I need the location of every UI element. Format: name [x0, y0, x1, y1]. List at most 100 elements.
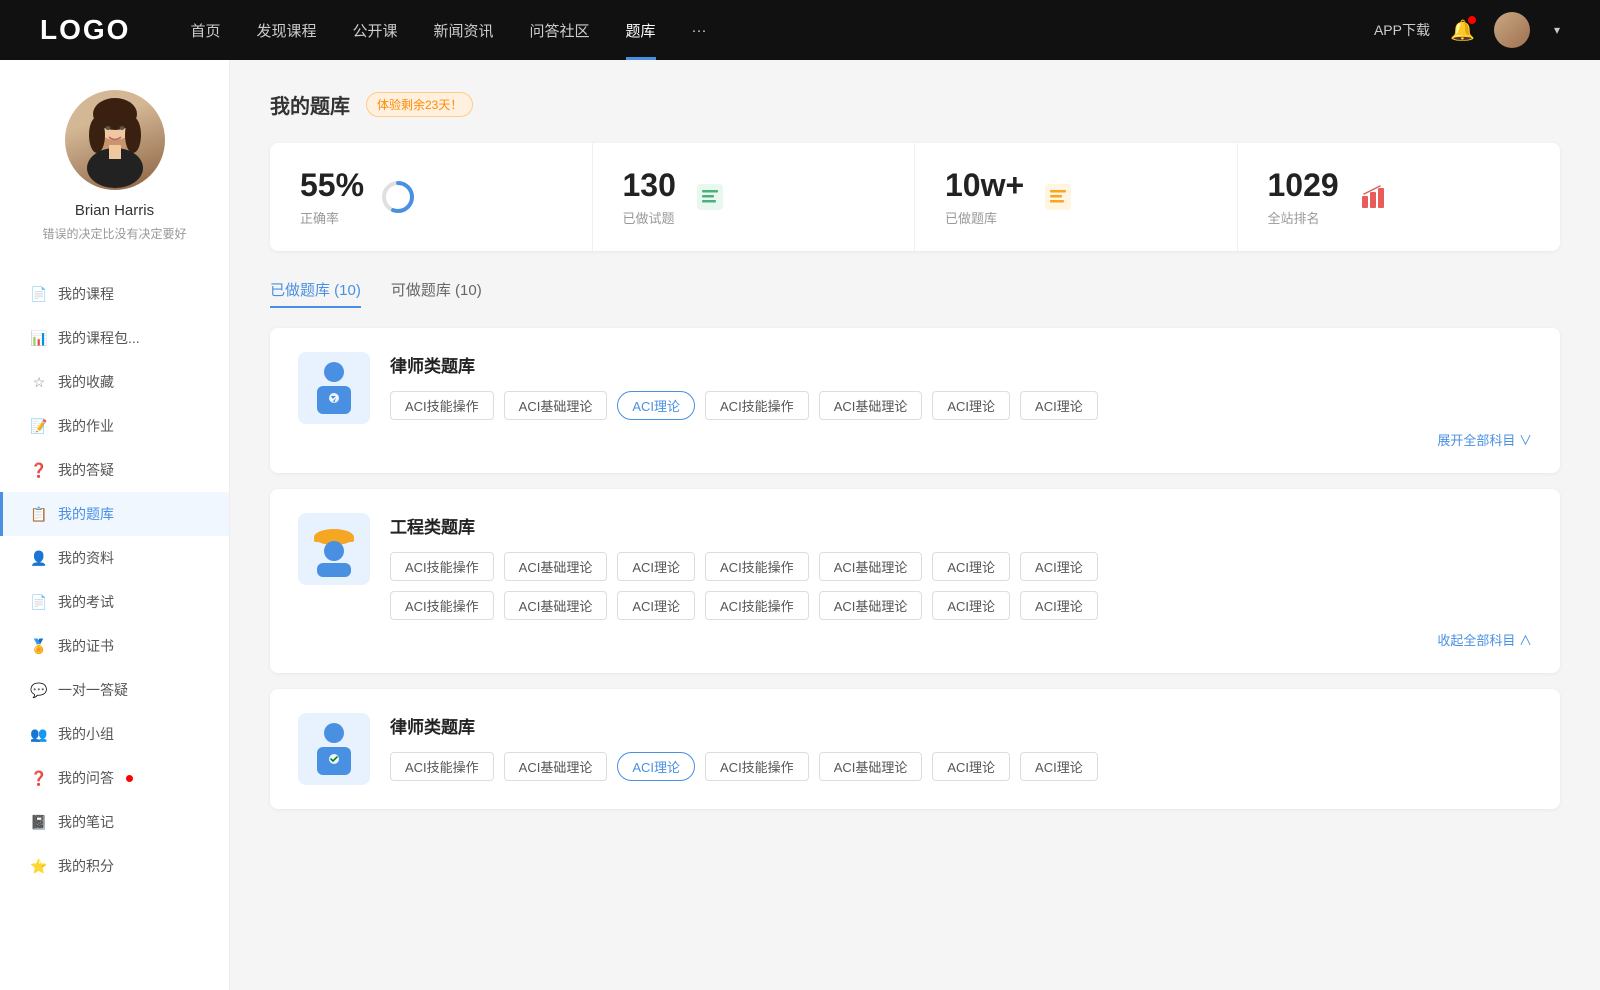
nav-qbank[interactable]: 题库 — [626, 20, 656, 41]
sidebar-label-points: 我的积分 — [58, 856, 114, 876]
tag[interactable]: ACI基础理论 — [504, 591, 608, 620]
stat-banks-done: 10w+ 已做题库 — [915, 143, 1238, 251]
app-download-link[interactable]: APP下载 — [1374, 20, 1430, 40]
nav-discover[interactable]: 发现课程 — [256, 20, 316, 41]
tag[interactable]: ACI基础理论 — [819, 591, 923, 620]
list-orange-icon — [1040, 179, 1076, 215]
profile-avatar — [65, 90, 165, 190]
sidebar-label-group: 我的小组 — [58, 724, 114, 744]
lawyer-icon — [298, 352, 370, 424]
tag[interactable]: ACI技能操作 — [705, 591, 809, 620]
sidebar-item-homework[interactable]: 📝 我的作业 — [0, 404, 229, 448]
engineer-title: 工程类题库 — [390, 513, 1532, 538]
sidebar-item-points[interactable]: ⭐ 我的积分 — [0, 844, 229, 888]
list-green-svg — [695, 182, 725, 212]
banks-done-value: 10w+ — [945, 167, 1024, 204]
tag[interactable]: ACI技能操作 — [390, 391, 494, 420]
lawyer-title-2: 律师类题库 — [390, 713, 1532, 738]
tag[interactable]: ACI理论 — [1020, 752, 1098, 781]
sidebar-item-1on1[interactable]: 💬 一对一答疑 — [0, 668, 229, 712]
tag[interactable]: ACI基础理论 — [504, 391, 608, 420]
sidebar: Brian Harris 错误的决定比没有决定要好 📄 我的课程 📊 我的课程包… — [0, 60, 230, 990]
tag[interactable]: ACI理论 — [932, 391, 1010, 420]
group-icon: 👥 — [30, 726, 48, 743]
trial-badge: 体验剩余23天！ — [366, 92, 473, 117]
avatar[interactable] — [1494, 12, 1530, 48]
tag[interactable]: ACI基础理论 — [819, 552, 923, 581]
tag[interactable]: ACI技能操作 — [705, 391, 809, 420]
nav-more[interactable]: ··· — [692, 22, 707, 39]
qbank-card-lawyer-1: 律师类题库 ACI技能操作 ACI基础理论 ACI理论 ACI技能操作 ACI基… — [270, 328, 1560, 473]
avatar-image — [1494, 12, 1530, 48]
tag[interactable]: ACI技能操作 — [390, 552, 494, 581]
nav-opencourse[interactable]: 公开课 — [352, 20, 397, 41]
expand-link-1[interactable]: 展开全部科目 ∨ — [390, 430, 1532, 449]
collapse-link[interactable]: 收起全部科目 ∧ — [390, 630, 1532, 649]
chevron-down-icon[interactable]: ▾ — [1554, 23, 1560, 37]
lawyer-svg — [309, 360, 359, 416]
sidebar-item-my-courses[interactable]: 📄 我的课程 — [0, 272, 229, 316]
sidebar-item-favorites[interactable]: ☆ 我的收藏 — [0, 360, 229, 404]
star-icon: ⭐ — [30, 858, 48, 875]
nav-qa[interactable]: 问答社区 — [530, 20, 590, 41]
tab-available-banks[interactable]: 可做题库 (10) — [391, 279, 482, 308]
rank-value: 1029 — [1268, 167, 1339, 204]
chat-icon: 💬 — [30, 682, 48, 699]
lawyer-title-1: 律师类题库 — [390, 352, 1532, 377]
nav-home[interactable]: 首页 — [190, 20, 220, 41]
tag[interactable]: ACI技能操作 — [390, 591, 494, 620]
tag[interactable]: ACI理论 — [617, 552, 695, 581]
qbank-card-engineer: 工程类题库 ACI技能操作 ACI基础理论 ACI理论 ACI技能操作 ACI基… — [270, 489, 1560, 673]
layout: Brian Harris 错误的决定比没有决定要好 📄 我的课程 📊 我的课程包… — [0, 60, 1600, 990]
sidebar-label-exam: 我的考试 — [58, 592, 114, 612]
exam-icon: 📄 — [30, 594, 48, 611]
sidebar-item-notes[interactable]: 📓 我的笔记 — [0, 800, 229, 844]
tag[interactable]: ACI技能操作 — [705, 552, 809, 581]
sidebar-item-profile[interactable]: 👤 我的资料 — [0, 536, 229, 580]
banks-done-label: 已做题库 — [945, 208, 1024, 227]
document-icon: 📄 — [30, 286, 48, 303]
tab-done-banks[interactable]: 已做题库 (10) — [270, 279, 361, 308]
sidebar-item-group[interactable]: 👥 我的小组 — [0, 712, 229, 756]
sidebar-label-1on1: 一对一答疑 — [58, 680, 128, 700]
bar-chart-icon — [1355, 179, 1391, 215]
tag-active[interactable]: ACI理论 — [617, 391, 695, 420]
sidebar-item-exam[interactable]: 📄 我的考试 — [0, 580, 229, 624]
sidebar-label-notes: 我的笔记 — [58, 812, 114, 832]
notebook-icon: 📓 — [30, 814, 48, 831]
stats-row: 55% 正确率 130 已做试题 — [270, 143, 1560, 251]
sidebar-item-course-package[interactable]: 📊 我的课程包... — [0, 316, 229, 360]
tag[interactable]: ACI理论 — [932, 591, 1010, 620]
user-icon: 👤 — [30, 550, 48, 567]
list-green-icon — [692, 179, 728, 215]
tag[interactable]: ACI理论 — [932, 752, 1010, 781]
profile-name: Brian Harris — [75, 202, 154, 219]
engineer-tags-row1: ACI技能操作 ACI基础理论 ACI理论 ACI技能操作 ACI基础理论 AC… — [390, 552, 1532, 581]
list-orange-svg — [1043, 182, 1073, 212]
nav-news[interactable]: 新闻资讯 — [434, 20, 494, 41]
tag[interactable]: ACI基础理论 — [504, 552, 608, 581]
tag[interactable]: ACI基础理论 — [504, 752, 608, 781]
tag[interactable]: ACI技能操作 — [705, 752, 809, 781]
tag[interactable]: ACI理论 — [1020, 591, 1098, 620]
sidebar-label-my-qa: 我的答疑 — [58, 460, 114, 480]
sidebar-item-qbank[interactable]: 📋 我的题库 — [0, 492, 229, 536]
bell-dot — [1468, 16, 1476, 24]
tag[interactable]: ACI基础理论 — [819, 752, 923, 781]
tag[interactable]: ACI理论 — [1020, 552, 1098, 581]
tag[interactable]: ACI理论 — [932, 552, 1010, 581]
accuracy-value: 55% — [300, 167, 364, 204]
tag[interactable]: ACI技能操作 — [390, 752, 494, 781]
question-icon: ❓ — [30, 462, 48, 479]
sidebar-label-my-courses: 我的课程 — [58, 284, 114, 304]
tag[interactable]: ACI理论 — [1020, 391, 1098, 420]
medal-icon: 🏅 — [30, 638, 48, 655]
sidebar-item-my-qa[interactable]: ❓ 我的答疑 — [0, 448, 229, 492]
notification-bell[interactable]: 🔔 — [1450, 18, 1474, 42]
tag[interactable]: ACI理论 — [617, 591, 695, 620]
tag-active[interactable]: ACI理论 — [617, 752, 695, 781]
sidebar-label-certificate: 我的证书 — [58, 636, 114, 656]
sidebar-item-certificate[interactable]: 🏅 我的证书 — [0, 624, 229, 668]
sidebar-item-questions[interactable]: ❓ 我的问答 — [0, 756, 229, 800]
tag[interactable]: ACI基础理论 — [819, 391, 923, 420]
